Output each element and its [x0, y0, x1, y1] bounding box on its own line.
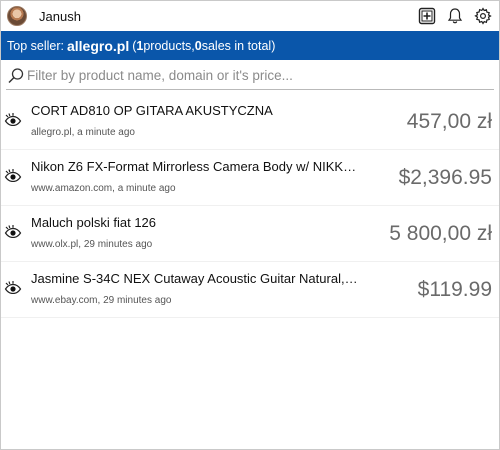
avatar[interactable] — [7, 6, 27, 26]
top-seller-banner: Top seller: allegro.pl (1 products, 0 sa… — [1, 31, 499, 60]
bell-icon[interactable] — [445, 6, 465, 26]
item-time: a minute ago — [117, 183, 176, 194]
item-info: CORT AD810 OP GITARA AKUSTYCZNA allegro.… — [31, 94, 359, 149]
item-time: 29 minutes ago — [83, 239, 153, 250]
item-time: 29 minutes ago — [103, 295, 172, 306]
item-title: CORT AD810 OP GITARA AKUSTYCZNA — [31, 103, 273, 118]
item-info: Maluch polski fiat 126 www.olx.pl, 29 mi… — [31, 206, 359, 261]
product-list: CORT AD810 OP GITARA AKUSTYCZNA allegro.… — [1, 94, 499, 318]
eye-icon[interactable] — [1, 150, 31, 205]
item-title: Nikon Z6 FX-Format Mirrorless Camera Bod… — [31, 159, 359, 174]
eye-icon[interactable] — [1, 262, 31, 317]
list-item[interactable]: Jasmine S-34C NEX Cutaway Acoustic Guita… — [1, 262, 499, 318]
products-label: products, — [143, 38, 195, 53]
products-count: 1 — [136, 38, 144, 53]
list-item[interactable]: CORT AD810 OP GITARA AKUSTYCZNA allegro.… — [1, 94, 499, 150]
gear-icon[interactable] — [473, 6, 493, 26]
item-domain: www.amazon.com — [31, 183, 113, 194]
item-info: Nikon Z6 FX-Format Mirrorless Camera Bod… — [31, 150, 359, 205]
eye-icon[interactable] — [1, 94, 31, 149]
header-icons — [417, 6, 493, 26]
item-meta: www.olx.pl, 29 minutes ago — [31, 239, 153, 250]
item-title: Maluch polski fiat 126 — [31, 215, 157, 230]
sales-count: 0 — [194, 38, 202, 53]
item-info: Jasmine S-34C NEX Cutaway Acoustic Guita… — [31, 262, 359, 317]
app-window: Janush Top seller: allegro.pl (1 produc… — [0, 0, 500, 450]
item-price: 5 800,00 zł — [389, 222, 492, 245]
sales-label: sales in total) — [201, 38, 276, 53]
item-domain: www.olx.pl — [31, 239, 79, 250]
list-item[interactable]: Maluch polski fiat 126 www.olx.pl, 29 mi… — [1, 206, 499, 262]
list-item[interactable]: Nikon Z6 FX-Format Mirrorless Camera Bod… — [1, 150, 499, 206]
header: Janush — [1, 1, 499, 31]
item-meta: www.ebay.com, 29 minutes ago — [31, 295, 172, 306]
eye-icon[interactable] — [1, 206, 31, 261]
add-icon[interactable] — [417, 6, 437, 26]
item-price: $2,396.95 — [398, 166, 492, 189]
item-meta: allegro.pl, a minute ago — [31, 127, 135, 138]
search-icon — [7, 67, 25, 85]
item-price: 457,00 zł — [406, 110, 492, 133]
item-domain: allegro.pl — [31, 127, 72, 138]
item-domain: www.ebay.com — [31, 295, 98, 306]
banner-prefix: Top seller: — [7, 38, 64, 53]
top-seller-domain: allegro.pl — [66, 37, 130, 54]
search-bar — [6, 62, 494, 90]
item-title: Jasmine S-34C NEX Cutaway Acoustic Guita… — [31, 271, 359, 286]
search-input[interactable] — [27, 68, 487, 83]
item-meta: www.amazon.com, a minute ago — [31, 183, 176, 194]
username: Janush — [39, 8, 81, 24]
item-price: $119.99 — [417, 278, 492, 301]
item-time: a minute ago — [77, 127, 135, 138]
